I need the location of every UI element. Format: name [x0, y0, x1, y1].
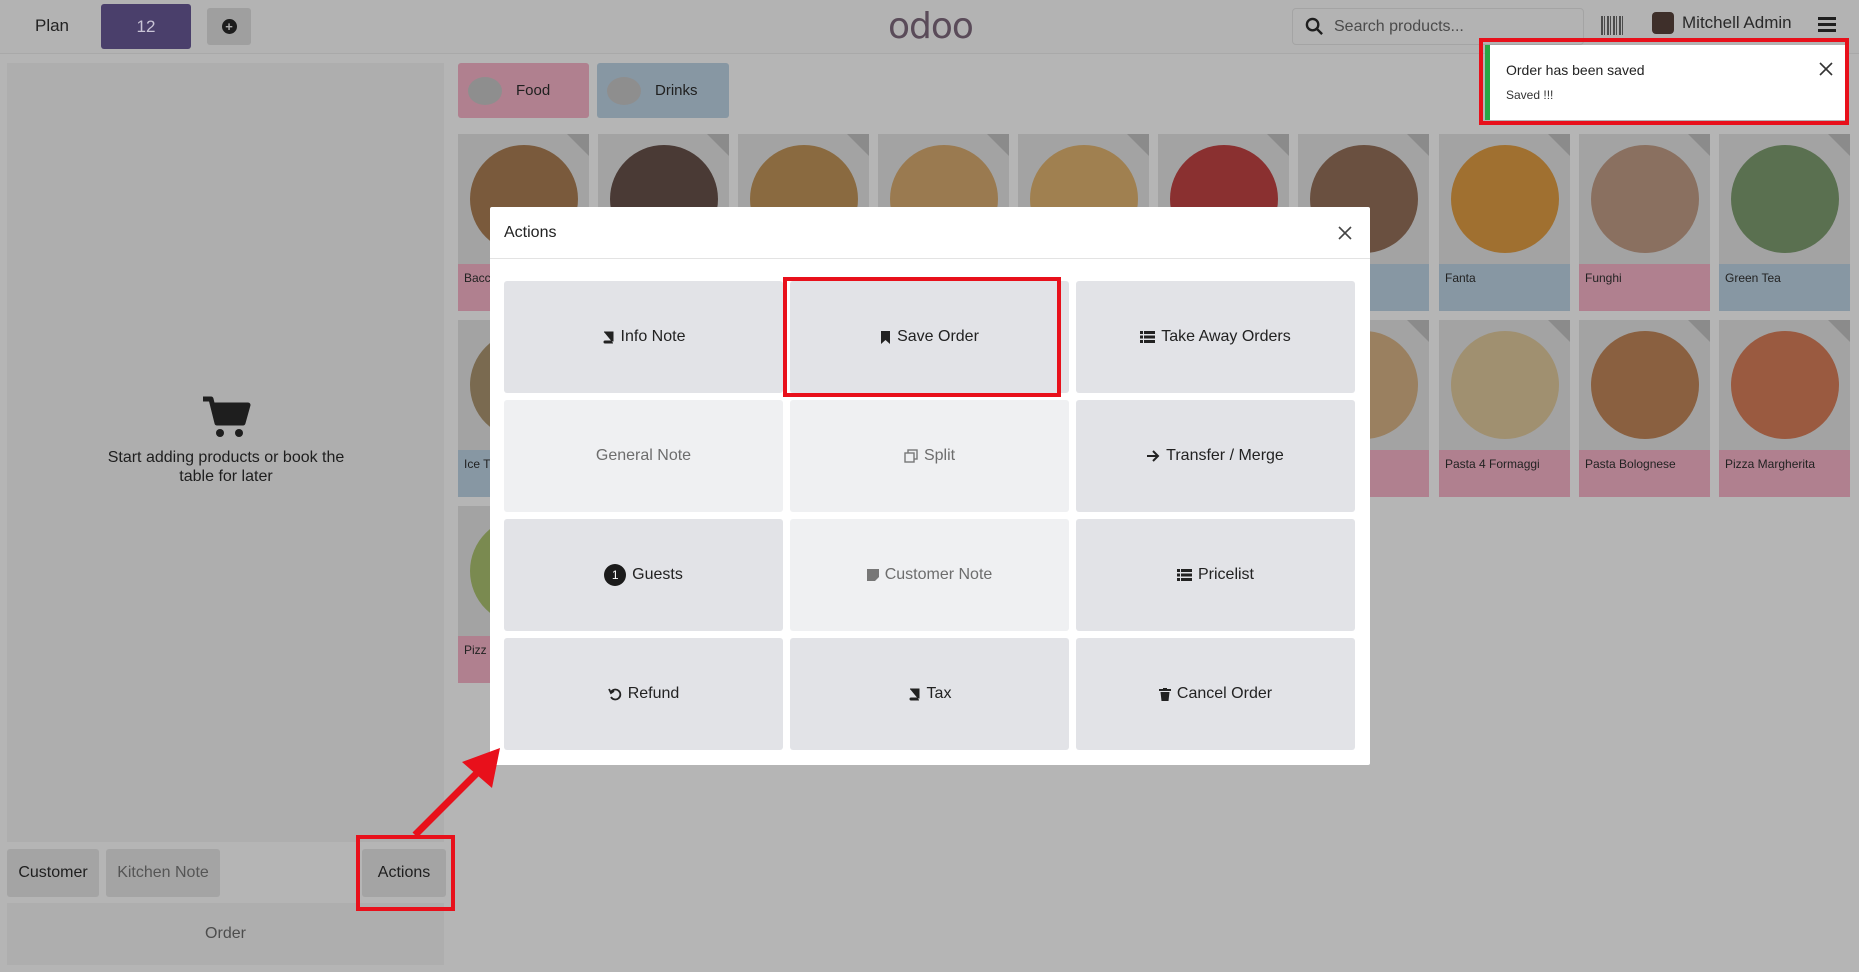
book-icon — [909, 688, 920, 700]
product-info-icon[interactable] — [1267, 134, 1289, 156]
button-label: Refund — [627, 685, 680, 702]
undo-icon — [607, 688, 621, 701]
button-label: Transfer / Merge — [1166, 447, 1284, 464]
product-info-icon[interactable] — [707, 134, 729, 156]
take-away-orders-button[interactable]: Take Away Orders — [1076, 281, 1355, 393]
product-info-icon[interactable] — [1407, 134, 1429, 156]
empty-cart-text: Start adding products or book the table … — [107, 449, 345, 485]
drinks-category-icon — [607, 76, 641, 105]
transfer-merge-button[interactable]: Transfer / Merge — [1076, 400, 1355, 512]
button-label: Split — [923, 447, 956, 464]
category-label: Food — [516, 82, 551, 99]
plus-circle-icon: + — [221, 19, 237, 34]
empty-cart-message: Start adding products or book the table … — [7, 395, 444, 486]
annotation-arrow-icon — [412, 748, 500, 838]
product-name: Pasta 4 Formaggi — [1439, 450, 1570, 497]
product-info-icon[interactable] — [1548, 134, 1570, 156]
barcode-icon[interactable] — [1601, 16, 1625, 35]
book-icon — [603, 331, 614, 343]
product-card[interactable]: Funghi — [1579, 134, 1710, 311]
copy-icon — [904, 449, 918, 463]
product-card[interactable]: Pizza Margherita — [1719, 320, 1850, 497]
button-label: Tax — [926, 685, 952, 702]
tax-button[interactable]: Tax — [790, 638, 1069, 750]
trash-icon — [1158, 687, 1171, 701]
product-info-icon[interactable] — [847, 134, 869, 156]
guests-button[interactable]: 1 Guests — [504, 519, 783, 631]
product-name: Green Tea — [1719, 264, 1850, 311]
button-label: Take Away Orders — [1161, 328, 1291, 345]
button-label: Pricelist — [1197, 566, 1254, 583]
category-label: Drinks — [655, 82, 698, 99]
product-info-icon[interactable] — [1127, 134, 1149, 156]
hamburger-menu-icon[interactable] — [1818, 17, 1836, 33]
product-info-icon[interactable] — [567, 134, 589, 156]
button-label: Customer Note — [884, 566, 993, 583]
split-button: Split — [790, 400, 1069, 512]
dialog-title: Actions — [490, 207, 1370, 259]
info-note-button[interactable]: Info Note — [504, 281, 783, 393]
product-card[interactable]: Pasta 4 Formaggi — [1439, 320, 1570, 497]
add-order-button[interactable]: + — [207, 8, 251, 45]
product-name: Funghi — [1579, 264, 1710, 311]
general-note-button: General Note — [504, 400, 783, 512]
category-food[interactable]: Food — [458, 63, 589, 118]
save-order-highlight — [783, 277, 1061, 397]
food-category-icon — [468, 76, 502, 105]
cancel-order-button[interactable]: Cancel Order — [1076, 638, 1355, 750]
product-card[interactable]: Fanta — [1439, 134, 1570, 311]
product-info-icon[interactable] — [1828, 134, 1850, 156]
product-name: Fanta — [1439, 264, 1570, 311]
product-name: Pasta Bolognese — [1579, 450, 1710, 497]
user-name: Mitchell Admin — [1682, 13, 1792, 32]
pricelist-button[interactable]: Pricelist — [1076, 519, 1355, 631]
category-drinks[interactable]: Drinks — [597, 63, 729, 118]
search-input[interactable] — [1334, 17, 1564, 36]
shopping-cart-icon — [202, 396, 250, 437]
product-info-icon[interactable] — [987, 134, 1009, 156]
product-info-icon[interactable] — [1548, 320, 1570, 342]
product-info-icon[interactable] — [1407, 320, 1429, 342]
product-name: Pizza Margherita — [1719, 450, 1850, 497]
sticky-note-icon — [866, 569, 879, 581]
table-number-button[interactable]: 12 — [101, 4, 191, 49]
user-menu[interactable]: Mitchell Admin — [1652, 12, 1792, 34]
product-info-icon[interactable] — [1688, 134, 1710, 156]
list-icon — [1176, 569, 1192, 581]
button-label: General Note — [595, 447, 692, 464]
button-label: Guests — [632, 566, 683, 583]
refund-button[interactable]: Refund — [504, 638, 783, 750]
order-button[interactable]: Order — [7, 903, 444, 965]
odoo-logo: odoo — [888, 6, 974, 47]
kitchen-note-button[interactable]: Kitchen Note — [106, 849, 220, 897]
search-icon — [1305, 17, 1323, 35]
arrow-right-icon — [1147, 450, 1160, 462]
product-info-icon[interactable] — [1828, 320, 1850, 342]
list-icon — [1140, 331, 1156, 343]
product-info-icon[interactable] — [1688, 320, 1710, 342]
button-label: Info Note — [620, 328, 686, 345]
customer-note-button: Customer Note — [790, 519, 1069, 631]
customer-button[interactable]: Customer — [7, 849, 99, 897]
close-icon[interactable] — [1336, 224, 1354, 242]
button-label: Cancel Order — [1176, 685, 1273, 702]
notification-highlight — [1479, 38, 1849, 125]
plan-button[interactable]: Plan — [20, 7, 84, 45]
avatar — [1652, 12, 1674, 34]
guest-count-badge: 1 — [604, 564, 627, 586]
product-card[interactable]: Green Tea — [1719, 134, 1850, 311]
product-card[interactable]: Pasta Bolognese — [1579, 320, 1710, 497]
